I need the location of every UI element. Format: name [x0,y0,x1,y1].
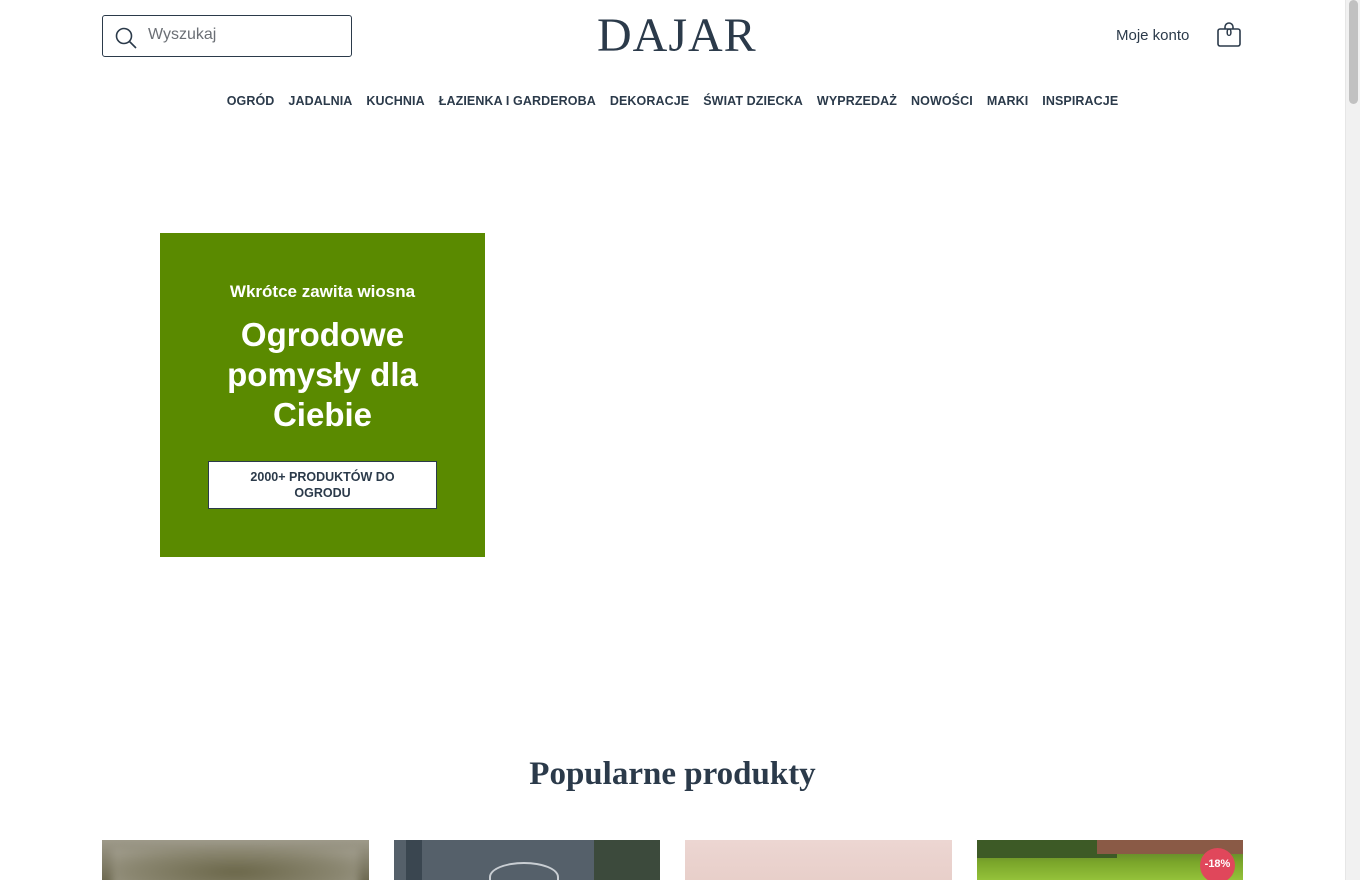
product-image [977,840,1117,858]
popular-products-title: Popularne produkty [529,756,816,792]
product-card[interactable] [394,840,660,880]
nav-item-jadalnia[interactable]: JADALNIA [288,94,352,108]
product-image [112,848,359,880]
nav-item-swiat-dziecka[interactable]: ŚWIAT DZIECKA [703,94,803,108]
nav-item-nowosci[interactable]: NOWOŚCI [911,94,973,108]
scrollbar-thumb[interactable] [1349,0,1358,104]
search-icon [115,27,137,49]
search-input[interactable] [148,26,338,44]
hero-title: Ogrodowe pomysły dla Ciebie [227,316,418,433]
hero-cta-button[interactable]: 2000+ PRODUKTÓW DO OGRODU [208,461,437,509]
nav-item-inspiracje[interactable]: INSPIRACJE [1042,94,1118,108]
product-image-detail [594,840,660,880]
nav-item-ogrod[interactable]: OGRÓD [227,94,275,108]
product-card[interactable] [685,840,952,880]
product-card[interactable] [102,840,369,880]
page: DAJAR Moje konto 0 OGRÓD JADALNIA KUCHNI… [0,0,1345,880]
product-image [406,840,422,880]
hero-kicker: Wkrótce zawita wiosna [229,282,416,301]
main-nav: OGRÓD JADALNIA KUCHNIA ŁAZIENKA I GARDER… [0,94,1345,108]
cart-button[interactable]: 0 [1216,22,1242,48]
nav-item-marki[interactable]: MARKI [987,94,1028,108]
search-box[interactable] [102,15,352,57]
account-link[interactable]: Moje konto [1116,27,1189,44]
nav-item-kuchnia[interactable]: KUCHNIA [366,94,424,108]
discount-badge: -18% [1200,848,1235,880]
product-image-detail [489,862,559,880]
nav-item-lazienka[interactable]: ŁAZIENKA I GARDEROBA [439,94,596,108]
site-logo[interactable]: DAJAR [597,10,757,62]
cart-count: 0 [1225,27,1233,39]
nav-item-dekoracje[interactable]: DEKORACJE [610,94,689,108]
hero-panel: Wkrótce zawita wiosna Ogrodowe pomysły d… [160,233,485,557]
nav-item-wyprzedaz[interactable]: WYPRZEDAŻ [817,94,897,108]
page-scrollbar[interactable] [1345,0,1360,880]
